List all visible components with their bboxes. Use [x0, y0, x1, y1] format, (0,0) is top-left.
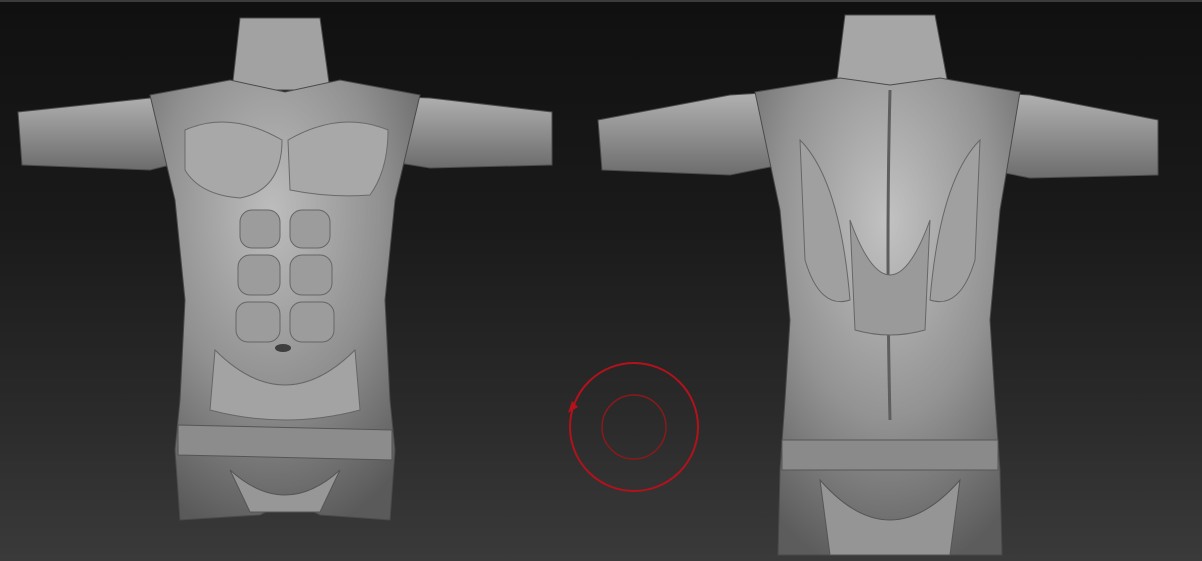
sculpt-viewport[interactable] [0, 0, 1202, 561]
torso-front-mesh [17, 17, 553, 521]
torso-front-view[interactable] [0, 0, 570, 561]
brush-cursor-icon [560, 355, 708, 499]
